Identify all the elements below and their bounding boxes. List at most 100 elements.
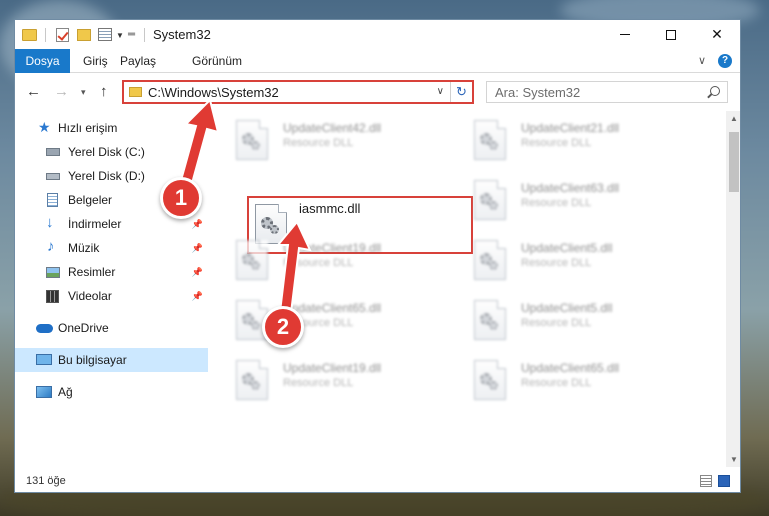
pin-icon[interactable]: 📌 (192, 219, 203, 230)
item-count: 131 öğe (26, 475, 66, 487)
address-bar[interactable]: C:\Windows\System32 ∨ ↻ (122, 80, 474, 104)
maximize-button[interactable] (648, 20, 694, 49)
file-name: iasmmc.dll (299, 201, 361, 216)
tab-paylas[interactable]: Paylaş (120, 49, 156, 73)
sidebar-item-local-disk-c[interactable]: Yerel Disk (C:) (15, 140, 208, 164)
search-input[interactable]: Ara: System32 (486, 81, 728, 103)
file-name: UpdateClient63.dll (521, 181, 620, 195)
file-type: Resource DLL (521, 317, 592, 329)
dll-file-icon (474, 300, 506, 340)
sidebar-item-label: Belgeler (68, 193, 113, 207)
scroll-down-icon[interactable]: ▼ (730, 455, 738, 464)
pictures-icon (46, 267, 60, 278)
search-placeholder: Ara: System32 (495, 85, 581, 100)
file-item[interactable]: UpdateClient5.dll Resource DLL (474, 240, 694, 290)
file-name: UpdateClient65.dll (521, 361, 620, 375)
file-item[interactable]: UpdateClient42.dll Resource DLL (236, 120, 456, 170)
sidebar-item-label: Yerel Disk (D:) (68, 169, 145, 183)
file-item[interactable]: UpdateClient5.dll Resource DLL (474, 300, 694, 350)
search-icon[interactable] (710, 86, 720, 96)
sidebar-item-label: Bu bilgisayar (58, 353, 127, 367)
sidebar-item-label: Resimler (68, 265, 116, 279)
scroll-up-icon[interactable]: ▲ (730, 114, 738, 123)
large-icons-view-icon[interactable] (718, 475, 730, 487)
file-list: UpdateClient42.dll Resource DLL UpdateCl… (208, 111, 726, 467)
dll-file-icon (474, 360, 506, 400)
properties-icon[interactable] (98, 28, 112, 41)
step-1-badge: 1 (160, 177, 202, 219)
dll-file-icon (236, 120, 268, 160)
toolbar-separator (45, 28, 46, 42)
file-item[interactable]: UpdateClient65.dll Resource DLL (474, 360, 694, 410)
vertical-scrollbar[interactable]: ▲ ▼ (726, 111, 740, 467)
dll-file-icon (474, 240, 506, 280)
scrollbar-thumb[interactable] (729, 132, 739, 192)
navigation-bar: ← → ▾ ↑ C:\Windows\System32 ∨ ↻ Ara: Sys… (15, 73, 740, 111)
navigation-pane: ★ Hızlı erişim Yerel Disk (C:) Yerel Dis… (15, 111, 208, 467)
dll-file-icon (474, 180, 506, 220)
tab-dosya[interactable]: Dosya (15, 49, 70, 73)
sidebar-item-label: Yerel Disk (C:) (68, 145, 145, 159)
file-name: UpdateClient42.dll (283, 121, 382, 135)
sidebar-item-label: İndirmeler (68, 217, 122, 231)
recent-locations-icon[interactable]: ▾ (81, 87, 86, 98)
computer-icon (36, 354, 52, 365)
ribbon-tabs: Dosya Giriş Paylaş Görünüm ∨ ? (15, 49, 740, 73)
dll-file-icon (474, 120, 506, 160)
pin-icon[interactable]: 📌 (192, 243, 203, 254)
pin-icon[interactable]: 📌 (192, 267, 203, 278)
documents-icon (47, 193, 58, 207)
drive-icon (46, 173, 60, 180)
sidebar-item-label: Ağ (58, 385, 73, 399)
sidebar-item-onedrive[interactable]: OneDrive (15, 316, 208, 340)
pin-icon[interactable]: 📌 (192, 291, 203, 302)
help-icon[interactable]: ? (718, 54, 732, 68)
sidebar-item-this-pc[interactable]: Bu bilgisayar (15, 348, 208, 372)
sidebar-item-label: Müzik (68, 241, 100, 255)
back-arrow-icon[interactable]: ← (26, 83, 41, 100)
file-type: Resource DLL (283, 257, 354, 269)
tab-giris[interactable]: Giriş (83, 49, 108, 73)
dll-file-icon (236, 360, 268, 400)
new-folder-icon[interactable] (77, 29, 91, 41)
dll-file-icon (255, 204, 287, 244)
file-name: UpdateClient21.dll (521, 121, 620, 135)
tab-gorunum[interactable]: Görünüm (192, 49, 242, 73)
sidebar-item-label: Hızlı erişim (58, 121, 118, 135)
up-arrow-icon[interactable]: ↑ (100, 83, 108, 100)
folder-icon (129, 87, 142, 97)
drive-icon (46, 148, 60, 156)
file-name: UpdateClient19.dll (283, 361, 382, 375)
sidebar-item-pictures[interactable]: Resimler 📌 (15, 260, 208, 284)
star-icon: ★ (38, 119, 51, 135)
file-name: UpdateClient5.dll (521, 301, 613, 315)
title-bar: ▼ ═ System32 ✕ (15, 20, 740, 49)
address-path[interactable]: C:\Windows\System32 (148, 85, 279, 100)
minimize-button[interactable] (602, 20, 648, 49)
close-button[interactable]: ✕ (694, 20, 740, 49)
sidebar-item-network[interactable]: Ağ (15, 380, 208, 404)
toolbar-separator (144, 28, 145, 42)
expand-ribbon-icon[interactable]: ∨ (698, 54, 706, 67)
file-item[interactable]: UpdateClient21.dll Resource DLL (474, 120, 694, 170)
forward-arrow-icon[interactable]: → (54, 83, 69, 100)
folder-icon (22, 29, 37, 41)
sidebar-item-label: Videolar (68, 289, 112, 303)
chevron-down-icon[interactable]: ▼ (116, 31, 124, 47)
music-icon: ♪ (47, 238, 55, 255)
downloads-icon: ↓ (46, 214, 54, 231)
videos-icon (46, 290, 59, 303)
step-2-badge: 2 (262, 306, 304, 348)
sidebar-item-music[interactable]: ♪ Müzik 📌 (15, 236, 208, 260)
refresh-icon[interactable]: ↻ (450, 82, 472, 102)
sidebar-item-videos[interactable]: Videolar 📌 (15, 284, 208, 308)
properties-check-icon[interactable] (56, 28, 69, 42)
sidebar-item-label: OneDrive (58, 321, 109, 335)
chevron-down-icon[interactable]: ∨ (437, 86, 444, 97)
customize-toolbar-icon[interactable]: ═ (128, 29, 135, 45)
file-item[interactable]: UpdateClient19.dll Resource DLL (236, 240, 456, 290)
details-view-icon[interactable] (700, 475, 712, 487)
sidebar-item-quick-access[interactable]: ★ Hızlı erişim (15, 116, 208, 140)
file-item[interactable]: UpdateClient19.dll Resource DLL (236, 360, 456, 410)
file-item[interactable]: UpdateClient63.dll Resource DLL (474, 180, 694, 230)
